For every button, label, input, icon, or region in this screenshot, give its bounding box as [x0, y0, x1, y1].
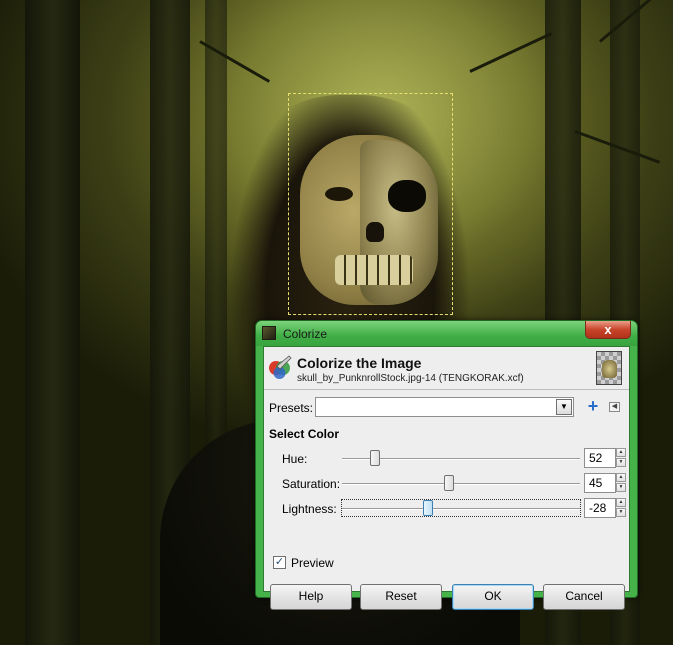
slider-track: [342, 508, 580, 510]
presets-label: Presets:: [269, 401, 314, 415]
lightness-spinner[interactable]: ▲ ▼: [616, 498, 626, 518]
saturation-input[interactable]: 45: [584, 473, 616, 493]
lightness-slider[interactable]: [341, 499, 581, 517]
colorize-dialog: Colorize x Colorize the Image skull_by_P…: [255, 320, 638, 610]
title-bar[interactable]: Colorize x: [256, 321, 637, 346]
cancel-button[interactable]: Cancel: [543, 584, 625, 610]
lightness-input[interactable]: -28: [584, 498, 616, 518]
slider-handle[interactable]: [444, 475, 455, 491]
gimp-icon: [262, 326, 276, 340]
hue-spinner[interactable]: ▲ ▼: [616, 448, 626, 468]
check-mark-icon: ✓: [274, 556, 285, 568]
ok-button[interactable]: OK: [452, 584, 534, 610]
spin-down-icon[interactable]: ▼: [616, 483, 626, 492]
saturation-slider[interactable]: [342, 474, 580, 492]
tree-trunk: [25, 0, 80, 645]
window-title: Colorize: [283, 327, 328, 341]
dialog-body: Colorize the Image skull_by_PunknrollSto…: [263, 346, 630, 610]
layer-thumbnail: [596, 351, 622, 385]
section-title: Select Color: [269, 427, 340, 441]
hue-slider[interactable]: [342, 449, 580, 467]
colorize-icon: [269, 355, 292, 379]
hue-label: Hue:: [282, 452, 308, 466]
presets-combo[interactable]: ▼: [315, 397, 574, 417]
help-button[interactable]: Help: [270, 584, 352, 610]
spin-down-icon[interactable]: ▼: [616, 458, 626, 467]
slider-handle[interactable]: [422, 500, 433, 516]
spin-down-icon[interactable]: ▼: [616, 508, 626, 517]
spin-up-icon[interactable]: ▲: [616, 448, 626, 457]
close-button[interactable]: x: [585, 321, 631, 339]
slider-track: [342, 483, 580, 485]
spin-up-icon[interactable]: ▲: [616, 473, 626, 482]
preview-checkbox[interactable]: ✓: [273, 556, 286, 569]
thumbnail-image: [602, 360, 617, 378]
plus-icon[interactable]: +: [585, 397, 601, 415]
dialog-heading: Colorize the Image: [297, 355, 422, 371]
image-name: skull_by_PunknrollStock.jpg-14 (TENGKORA…: [297, 373, 524, 384]
hue-input[interactable]: 52: [584, 448, 616, 468]
selection-marquee[interactable]: [288, 93, 453, 315]
lightness-label: Lightness:: [282, 502, 337, 516]
dialog-header: Colorize the Image skull_by_PunknrollSto…: [264, 347, 629, 390]
reset-button[interactable]: Reset: [360, 584, 442, 610]
spin-up-icon[interactable]: ▲: [616, 498, 626, 507]
dropdown-arrow-icon[interactable]: ▼: [556, 399, 572, 415]
saturation-spinner[interactable]: ▲ ▼: [616, 473, 626, 493]
menu-arrow-icon[interactable]: ◀: [609, 402, 620, 412]
saturation-label: Saturation:: [282, 477, 341, 491]
preview-label[interactable]: Preview: [291, 556, 334, 570]
slider-handle[interactable]: [370, 450, 381, 466]
